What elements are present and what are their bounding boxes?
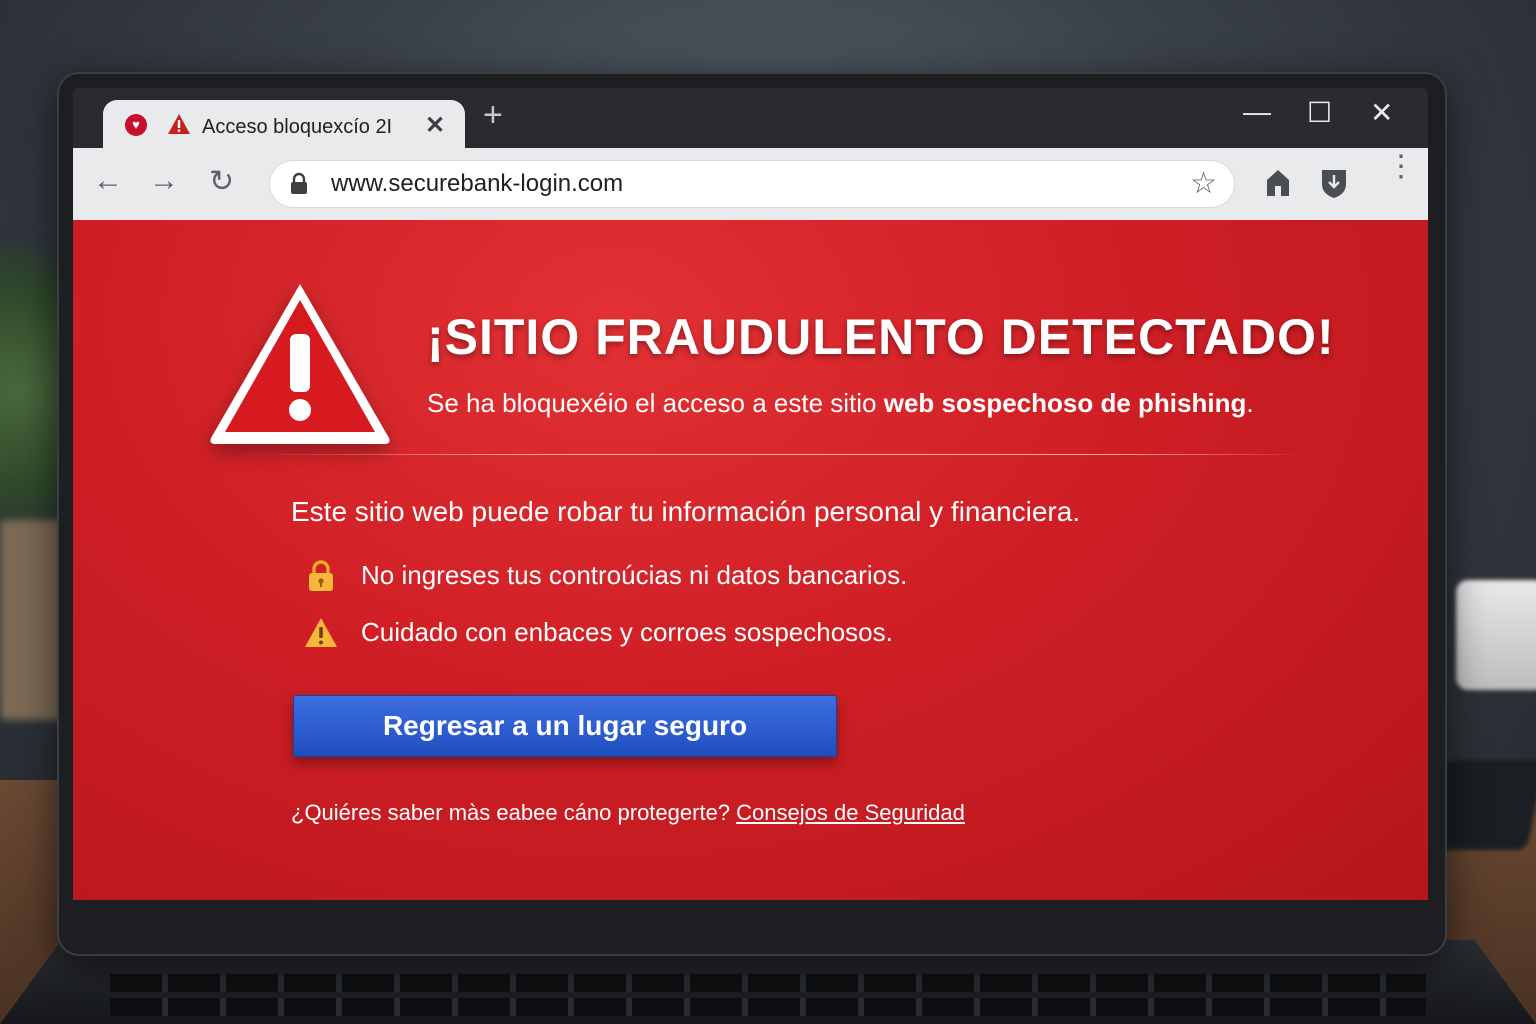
bullet-text: No ingreses tus controúcias ni datos ban… (361, 560, 908, 590)
close-window-button[interactable]: ✕ (1370, 96, 1393, 129)
shield-favicon-icon: ♥ (125, 114, 147, 136)
subline-text: Se ha bloquexéio el acceso a este sitio (427, 388, 884, 418)
footer-question: ¿Quiéres saber màs eabee cáno protegerte… (291, 800, 737, 825)
bookmark-star-icon[interactable]: ☆ (1190, 166, 1217, 201)
warning-icon (305, 618, 337, 647)
divider (249, 454, 1309, 455)
forward-button[interactable]: → (149, 164, 179, 198)
reload-button[interactable]: ↻ (209, 164, 234, 199)
tab-strip: ♥ Acceso bloquexcío 2I ✕ + — ☐ ✕ (73, 88, 1428, 148)
tab-title: Acceso bloquexcío 2I (202, 116, 393, 138)
menu-icon[interactable]: ⋮ (1386, 152, 1416, 182)
go-back-safe-button[interactable]: Regresar a un lugar seguro (293, 695, 837, 757)
large-warning-icon (210, 284, 390, 444)
subline-end: . (1246, 388, 1254, 418)
close-tab-icon[interactable]: ✕ (425, 111, 445, 140)
keyboard-row (110, 974, 1426, 992)
warning-subline: Se ha bloquexéio el acceso a este sitio … (427, 388, 1254, 419)
shield-extension-icon[interactable] (1319, 166, 1349, 200)
browser-toolbar: ← → ↻ www.securebank-login.com ☆ ⋮ (73, 148, 1428, 220)
minimize-button[interactable]: — (1243, 96, 1271, 128)
keyboard-row (110, 998, 1426, 1016)
maximize-button[interactable]: ☐ (1307, 96, 1332, 129)
tab-active[interactable]: ♥ Acceso bloquexcío 2I ✕ (103, 100, 465, 148)
extension-icon[interactable] (1263, 166, 1293, 200)
back-button[interactable]: ← (93, 164, 123, 198)
new-tab-button[interactable]: + (483, 98, 503, 132)
padlock-icon (309, 560, 333, 591)
subline-bold-text: web sospechoso de phishing (883, 388, 1247, 418)
warning-icon (168, 114, 190, 134)
browser-window: ♥ Acceso bloquexcío 2I ✕ + — ☐ ✕ ← → ↻ w… (73, 88, 1428, 900)
warning-headline: ¡SITIO FRAUDULENTO DETECTADO! (427, 309, 1335, 365)
security-tips-link[interactable]: Consejos de Seguridad (736, 800, 965, 825)
lock-icon (291, 172, 307, 194)
address-bar[interactable]: www.securebank-login.com ☆ (269, 160, 1235, 208)
phishing-warning-page: ¡SITIO FRAUDULENTO DETECTADO! Se ha bloq… (73, 220, 1428, 900)
url-text[interactable]: www.securebank-login.com (331, 170, 623, 198)
bullet-text: Cuidado con enbaces y corroes sospechoso… (361, 617, 893, 647)
warning-body-text: Este sitio web puede robar tu informació… (291, 496, 1081, 527)
security-tips-footer: ¿Quiéres saber màs eabee cáno protegerte… (291, 800, 965, 826)
coffee-cup (1456, 580, 1536, 690)
